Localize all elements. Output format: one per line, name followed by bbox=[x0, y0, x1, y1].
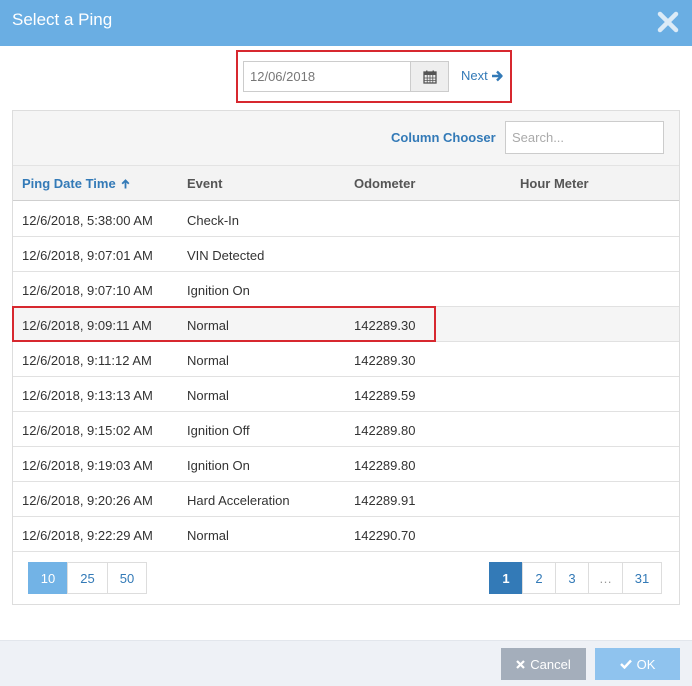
page-size-selector: 10 25 50 bbox=[28, 562, 147, 594]
table-header: Ping Date Time Event Odometer Hour Meter bbox=[13, 166, 679, 201]
cell-odometer: 142289.80 bbox=[354, 458, 416, 473]
arrow-right-icon bbox=[491, 70, 503, 81]
close-icon[interactable] bbox=[656, 9, 680, 35]
dialog-title-bar: Select a Ping bbox=[0, 0, 692, 46]
table-row[interactable]: 12/6/2018, 9:07:01 AM VIN Detected bbox=[13, 237, 679, 272]
cell-ping-date-time: 12/6/2018, 9:13:13 AM bbox=[22, 388, 153, 403]
cell-event: Normal bbox=[187, 388, 229, 403]
table-row[interactable]: 12/6/2018, 5:38:00 AM Check-In bbox=[13, 202, 679, 237]
cell-ping-date-time: 12/6/2018, 9:11:12 AM bbox=[22, 353, 152, 368]
cell-ping-date-time: 12/6/2018, 5:38:00 AM bbox=[22, 213, 153, 228]
ok-label: OK bbox=[636, 656, 656, 672]
cell-event: Ignition On bbox=[187, 458, 250, 473]
column-header-event[interactable]: Event bbox=[187, 176, 222, 191]
pagination: 1 2 3 … 31 bbox=[489, 562, 662, 594]
cell-event: Normal bbox=[187, 528, 229, 543]
page-31-button[interactable]: 31 bbox=[622, 562, 662, 594]
cell-event: Normal bbox=[187, 353, 229, 368]
calendar-button[interactable] bbox=[410, 61, 449, 92]
cell-ping-date-time: 12/6/2018, 9:07:01 AM bbox=[22, 248, 153, 263]
cell-ping-date-time: 12/6/2018, 9:15:02 AM bbox=[22, 423, 153, 438]
column-header-hour-meter[interactable]: Hour Meter bbox=[520, 176, 589, 191]
page-1-button[interactable]: 1 bbox=[489, 562, 523, 594]
cell-ping-date-time: 12/6/2018, 9:07:10 AM bbox=[22, 283, 153, 298]
cell-odometer: 142289.30 bbox=[354, 353, 416, 368]
calendar-icon bbox=[422, 70, 437, 84]
table-row[interactable]: 12/6/2018, 9:13:13 AM Normal 142289.59 bbox=[13, 377, 679, 412]
cell-odometer: 142289.30 bbox=[354, 318, 416, 333]
table-row[interactable]: 12/6/2018, 9:07:10 AM Ignition On bbox=[13, 272, 679, 307]
table-row-selected[interactable]: 12/6/2018, 9:09:11 AM Normal 142289.30 bbox=[13, 307, 679, 342]
cell-event: Ignition On bbox=[187, 283, 250, 298]
cell-ping-date-time: 12/6/2018, 9:22:29 AM bbox=[22, 528, 153, 543]
dialog-title: Select a Ping bbox=[12, 10, 113, 29]
cell-event: Hard Acceleration bbox=[187, 493, 290, 508]
cell-odometer: 142289.91 bbox=[354, 493, 416, 508]
cell-event: VIN Detected bbox=[187, 248, 265, 263]
next-link[interactable]: Next bbox=[461, 68, 504, 83]
table-row[interactable]: 12/6/2018, 9:19:03 AM Ignition On 142289… bbox=[13, 447, 679, 482]
cell-event: Check-In bbox=[187, 213, 240, 228]
page-size-50-button[interactable]: 50 bbox=[107, 562, 147, 594]
cancel-label: Cancel bbox=[530, 656, 571, 672]
page-3-button[interactable]: 3 bbox=[555, 562, 589, 594]
cell-event: Normal bbox=[187, 318, 229, 333]
table-row[interactable]: 12/6/2018, 9:15:02 AM Ignition Off 14228… bbox=[13, 412, 679, 447]
page-size-25-button[interactable]: 25 bbox=[67, 562, 108, 594]
date-input[interactable] bbox=[243, 61, 411, 92]
page-2-button[interactable]: 2 bbox=[522, 562, 556, 594]
arrow-up-icon bbox=[121, 178, 130, 188]
ok-button[interactable]: OK bbox=[595, 648, 680, 680]
cancel-button[interactable]: Cancel bbox=[501, 648, 586, 680]
column-header-ping-date-time[interactable]: Ping Date Time bbox=[22, 176, 130, 191]
table-row[interactable]: 12/6/2018, 9:22:29 AM Normal 142290.70 bbox=[13, 517, 679, 552]
grid-toolbar: Column Chooser bbox=[13, 111, 679, 166]
cell-event: Ignition Off bbox=[187, 423, 250, 438]
cell-ping-date-time: 12/6/2018, 9:19:03 AM bbox=[22, 458, 153, 473]
check-icon bbox=[619, 659, 632, 669]
table-row[interactable]: 12/6/2018, 9:11:12 AM Normal 142289.30 bbox=[13, 342, 679, 377]
dialog-footer: Cancel OK bbox=[0, 640, 692, 686]
column-chooser-link[interactable]: Column Chooser bbox=[391, 130, 496, 145]
x-icon bbox=[516, 659, 526, 669]
table-row[interactable]: 12/6/2018, 9:20:26 AM Hard Acceleration … bbox=[13, 482, 679, 517]
column-header-label: Ping Date Time bbox=[22, 176, 116, 191]
cell-odometer: 142289.80 bbox=[354, 423, 416, 438]
cell-ping-date-time: 12/6/2018, 9:20:26 AM bbox=[22, 493, 153, 508]
cell-odometer: 142289.59 bbox=[354, 388, 416, 403]
search-input[interactable] bbox=[505, 121, 664, 154]
ping-grid: Column Chooser Ping Date Time Event Odom… bbox=[12, 110, 680, 605]
cell-odometer: 142290.70 bbox=[354, 528, 416, 543]
cell-ping-date-time: 12/6/2018, 9:09:11 AM bbox=[22, 318, 152, 333]
next-label: Next bbox=[461, 68, 488, 83]
page-size-10-button[interactable]: 10 bbox=[28, 562, 68, 594]
column-header-odometer[interactable]: Odometer bbox=[354, 176, 415, 191]
page-ellipsis: … bbox=[588, 562, 623, 594]
